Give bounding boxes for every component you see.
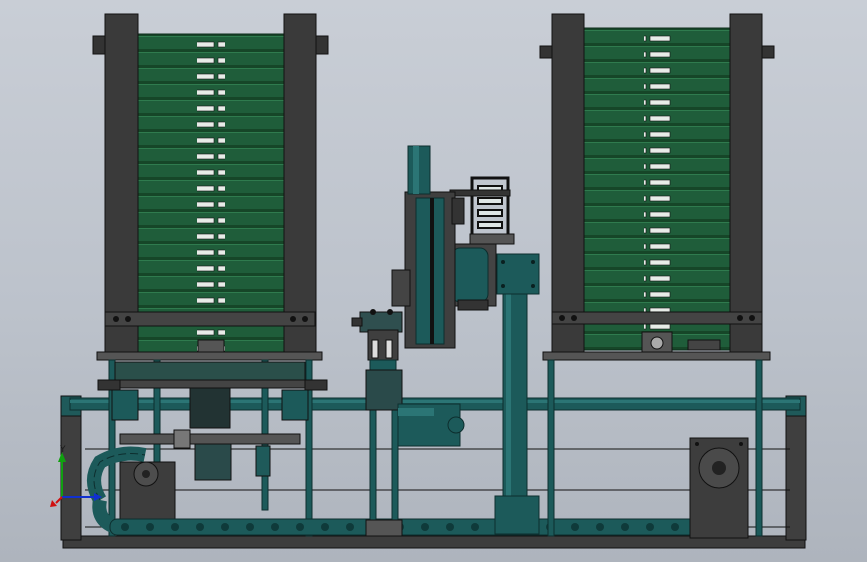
cad-viewport[interactable]: Y <box>0 0 867 562</box>
right-base-post <box>785 399 807 541</box>
right-tray-tower <box>539 13 775 539</box>
left-tower-column-right <box>283 13 317 357</box>
right-tower-column-left <box>551 13 585 355</box>
left-tower-column-left <box>104 13 139 357</box>
left-tower-base-plate <box>96 351 323 361</box>
left-base-post <box>60 399 82 541</box>
triad-y-label: Y <box>59 445 66 455</box>
center-manipulator <box>351 145 540 537</box>
cable-drag-chain <box>87 446 746 536</box>
right-tower-column-right <box>729 13 763 355</box>
right-tower-base-plate <box>542 351 771 361</box>
